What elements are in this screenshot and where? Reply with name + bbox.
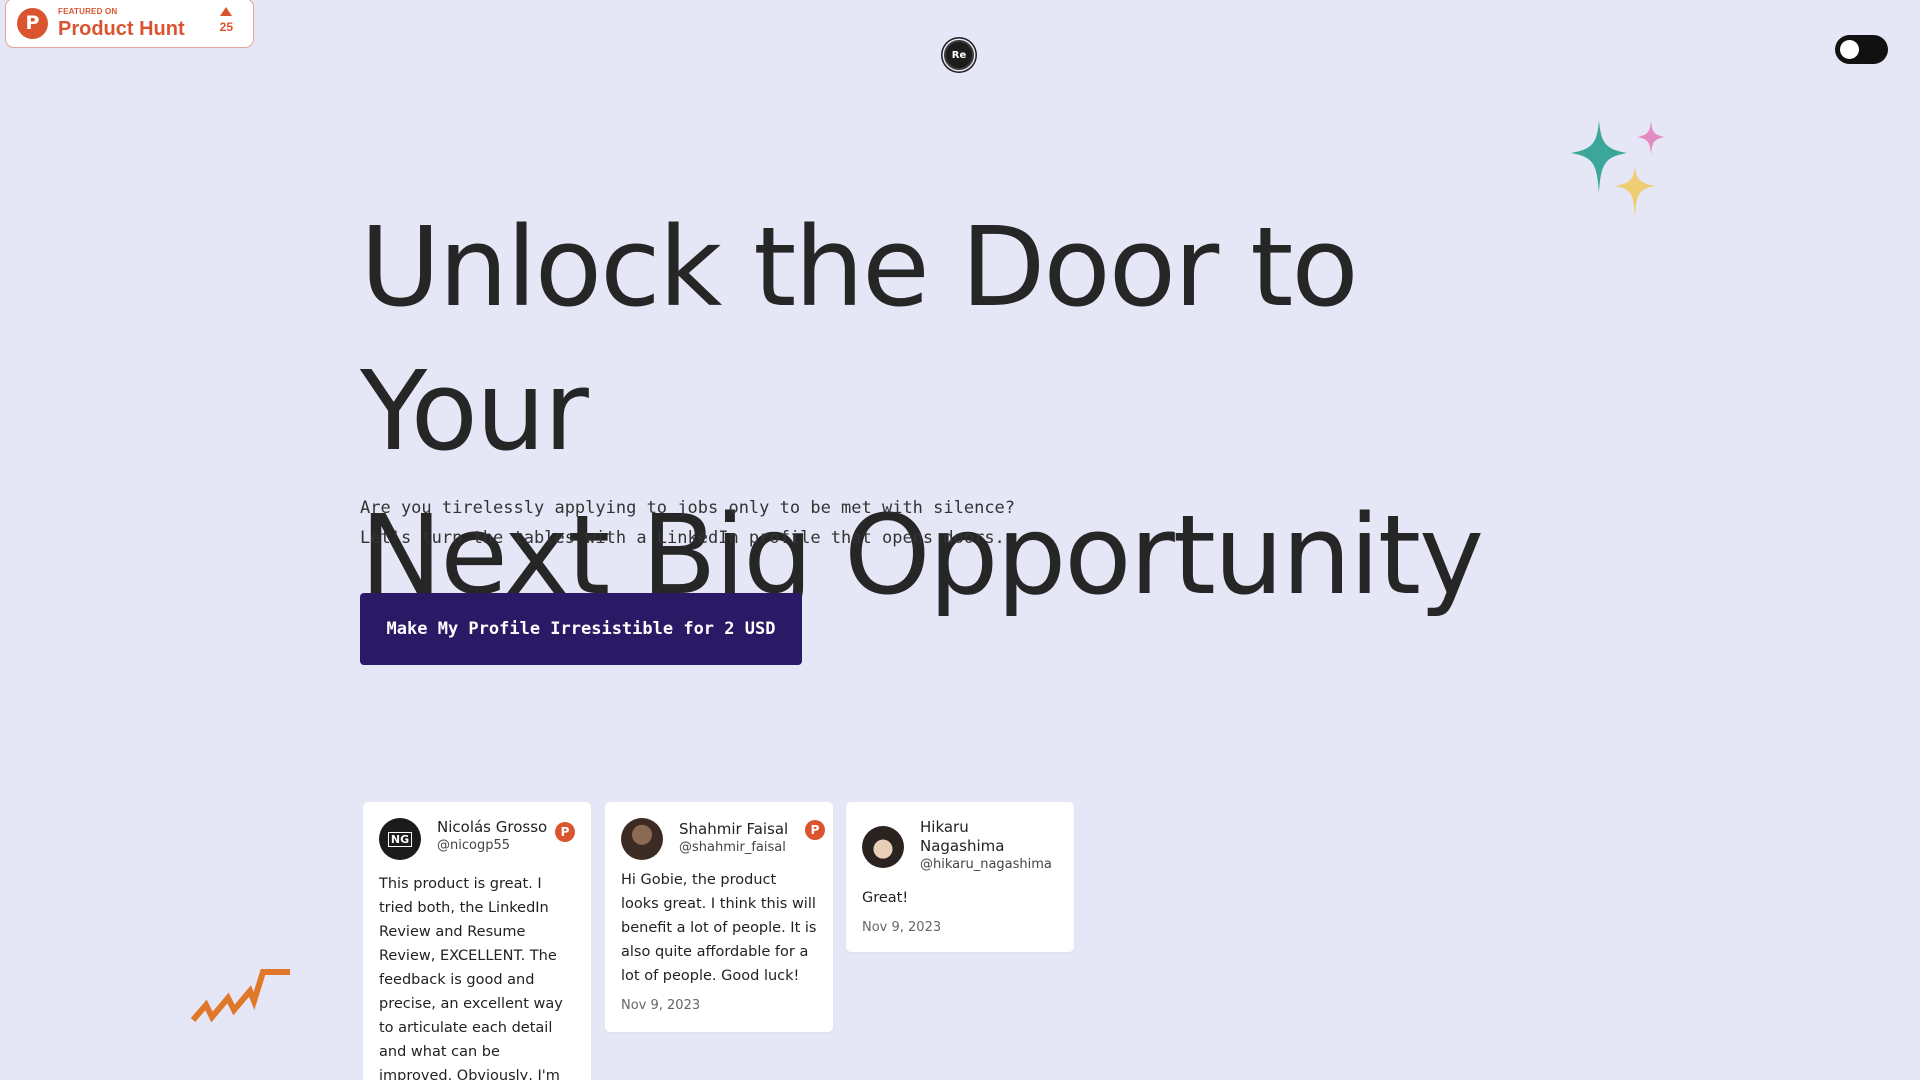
author-name: Hikaru Nagashima [920,818,1005,855]
product-hunt-logo-icon: P [17,7,48,39]
testimonial-card: NG Nicolás Grosso @nicogp55 P This produ… [363,802,591,1080]
theme-toggle-knob [1840,40,1859,59]
theme-toggle[interactable] [1835,35,1888,64]
testimonial-text: Hi Gobie, the product looks great. I thi… [621,872,817,984]
author-name: Nicolás Grosso [437,818,548,836]
product-hunt-featured-label: FEATURED ON [58,6,118,16]
product-hunt-name: Product Hunt [58,17,185,40]
testimonial-header: Hikaru Nagashima @hikaru_nagashima [862,818,1058,874]
product-hunt-votes: 25 [220,7,233,34]
hero-title-line-1: Unlock the Door to Your [360,203,1359,475]
testimonial-date: Nov 9, 2023 [621,998,701,1013]
product-hunt-icon[interactable]: P [555,822,575,842]
site-logo[interactable]: Re [944,40,974,70]
avatar: NG [379,818,421,860]
site-logo-text: Re [951,49,967,61]
product-hunt-icon[interactable]: P [805,820,825,840]
testimonial-author: Hikaru Nagashima @hikaru_nagashima [920,818,1074,874]
testimonial-author: Nicolás Grosso @nicogp55 [437,818,569,855]
testimonial-header: NG Nicolás Grosso @nicogp55 P [379,818,575,860]
testimonial-author: Shahmir Faisal @shahmir_faisal [679,818,810,857]
product-hunt-text: FEATURED ON Product Hunt [58,6,185,40]
testimonial-text: Great! [862,890,909,906]
sparkle-yellow-icon [1615,165,1655,220]
author-handle: @shahmir_faisal [679,840,786,855]
author-name: Shahmir Faisal [679,820,789,838]
sparkle-pink-icon [1637,120,1665,155]
author-handle: @hikaru_nagashima [920,857,1052,872]
avatar [621,818,663,860]
cta-button[interactable]: Make My Profile Irresistible for 2 USD [360,593,802,665]
product-hunt-badge[interactable]: P FEATURED ON Product Hunt 25 [5,0,254,48]
testimonial-date: Nov 9, 2023 [862,920,942,935]
hero-subtitle: Are you tirelessly applying to jobs only… [360,493,1160,553]
sparkle-teal-icon [1571,120,1627,193]
product-hunt-vote-count: 25 [219,20,233,34]
testimonial-text: This product is great. I tried both, the… [379,876,563,1080]
testimonial-card: Hikaru Nagashima @hikaru_nagashima Great… [846,802,1074,952]
testimonial-header: Shahmir Faisal @shahmir_faisal P [621,818,825,860]
avatar-initials: NG [387,831,413,847]
hero-subtitle-line-1: Are you tirelessly applying to jobs only… [360,498,1016,518]
testimonial-card: Shahmir Faisal @shahmir_faisal P Hi Gobi… [605,802,833,1032]
squiggle-icon [190,969,290,1023]
author-handle: @nicogp55 [437,838,510,853]
hero-subtitle-line-2: Let's turn the tables with a LinkedIn pr… [360,528,1005,548]
hero-title: Unlock the Door to Your Next Big Opportu… [360,195,1600,627]
upvote-arrow-icon [220,7,233,16]
avatar [862,826,904,868]
